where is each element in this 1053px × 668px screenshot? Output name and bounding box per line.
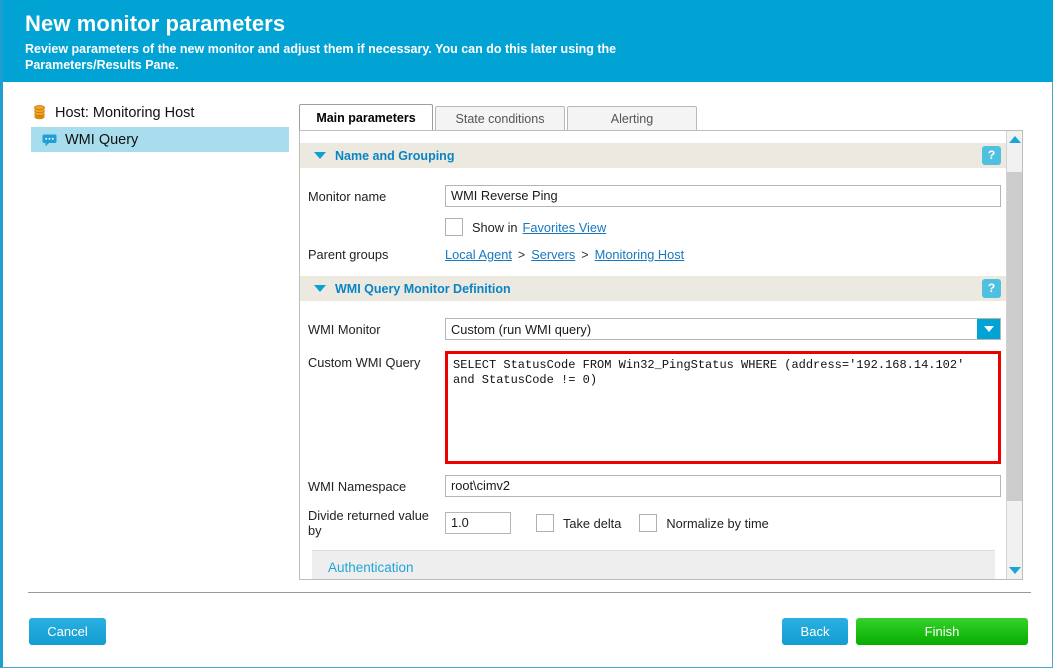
wmi-monitor-select[interactable]: Custom (run WMI query) <box>445 318 1001 340</box>
page-title: New monitor parameters <box>25 11 286 36</box>
footer-divider <box>28 592 1031 593</box>
monitor-name-label: Monitor name <box>308 188 387 204</box>
authentication-panel: Authentication Domain, user name and pas… <box>312 550 995 579</box>
triangle-up-icon <box>1008 136 1021 143</box>
custom-wmi-query-label: Custom WMI Query <box>308 355 421 370</box>
divide-returned-value-input[interactable] <box>445 512 511 534</box>
tab-state-conditions[interactable]: State conditions <box>435 106 565 131</box>
sidebar-item-host-label: Host: Monitoring Host <box>55 104 195 121</box>
finish-button[interactable]: Finish <box>856 618 1028 645</box>
host-cylinder-icon <box>31 104 48 121</box>
breadcrumb-link-monitoring-host[interactable]: Monitoring Host <box>595 247 685 262</box>
dialog-window: New monitor parameters Review parameters… <box>0 0 1053 668</box>
tab-main-parameters[interactable]: Main parameters <box>299 104 433 131</box>
show-in-label: Show in <box>472 219 518 235</box>
section-header-name-grouping[interactable]: Name and Grouping ? <box>300 143 1008 168</box>
sidebar-item-wmi-query[interactable]: WMI Query <box>31 127 289 152</box>
wmi-namespace-input[interactable] <box>445 475 1001 497</box>
chevron-down-icon[interactable] <box>977 319 1000 339</box>
take-delta-label: Take delta <box>563 515 622 531</box>
cancel-button[interactable]: Cancel <box>29 618 106 645</box>
sidebar-item-host[interactable]: Host: Monitoring Host <box>3 100 295 125</box>
monitor-name-input[interactable] <box>445 185 1001 207</box>
scroll-up-button[interactable] <box>1007 131 1022 148</box>
tab-alerting[interactable]: Alerting <box>567 106 697 131</box>
scrollbar-thumb[interactable] <box>1007 172 1022 501</box>
authentication-title: Authentication <box>328 560 414 575</box>
main-parameters-panel: Name and Grouping ? Monitor name Show in… <box>299 130 1023 580</box>
show-in-favorites-checkbox[interactable] <box>445 218 463 236</box>
dialog-header: New monitor parameters Review parameters… <box>3 0 1053 82</box>
triangle-down-icon <box>1008 567 1021 574</box>
custom-wmi-query-textarea[interactable]: SELECT StatusCode FROM Win32_PingStatus … <box>445 351 1001 464</box>
tab-strip: Main parameters State conditions Alertin… <box>299 104 1019 131</box>
take-delta-checkbox[interactable] <box>536 514 554 532</box>
breadcrumb-link-local-agent[interactable]: Local Agent <box>445 247 512 262</box>
wmi-monitor-label: WMI Monitor <box>308 321 381 337</box>
scroll-down-button[interactable] <box>1007 562 1022 579</box>
page-subtitle: Review parameters of the new monitor and… <box>25 42 617 72</box>
back-button[interactable]: Back <box>782 618 848 645</box>
sidebar-item-wmi-query-label: WMI Query <box>65 131 139 148</box>
section-header-wmi-definition[interactable]: WMI Query Monitor Definition ? <box>300 276 1008 301</box>
parent-groups-label: Parent groups <box>308 247 389 262</box>
panel-scrollbar[interactable] <box>1006 131 1022 579</box>
panel-scroll-content: Name and Grouping ? Monitor name Show in… <box>300 131 1008 579</box>
chevron-down-icon[interactable] <box>314 285 326 292</box>
section-title-wmi-definition: WMI Query Monitor Definition <box>335 281 511 296</box>
chevron-down-icon[interactable] <box>314 152 326 159</box>
divide-returned-value-label: Divide returned value by <box>308 508 429 538</box>
section-title-name-grouping: Name and Grouping <box>335 148 455 163</box>
help-button-name-grouping[interactable]: ? <box>982 146 1001 165</box>
breadcrumb-link-servers[interactable]: Servers <box>531 247 575 262</box>
normalize-by-time-checkbox[interactable] <box>639 514 658 532</box>
favorites-view-link[interactable]: Favorites View <box>523 220 607 235</box>
wmi-monitor-selected-value: Custom (run WMI query) <box>451 321 592 337</box>
monitor-tree-sidebar: Host: Monitoring Host WMI Query <box>3 82 295 588</box>
help-button-wmi-definition[interactable]: ? <box>982 279 1001 298</box>
wmi-namespace-label: WMI Namespace <box>308 478 407 494</box>
breadcrumb-separator: > <box>581 247 589 262</box>
speech-bubble-icon <box>41 131 58 148</box>
breadcrumb-separator: > <box>517 247 526 262</box>
normalize-by-time-label: Normalize by time <box>666 515 769 531</box>
